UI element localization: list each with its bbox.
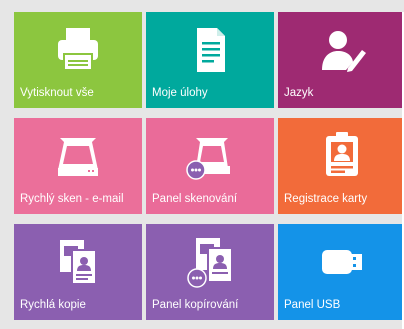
- user-edit-icon: [316, 24, 368, 76]
- tile-copy-panel[interactable]: Panel kopírování: [146, 224, 274, 320]
- scanner-icon: [52, 130, 104, 182]
- tile-quick-copy[interactable]: Rychlá kopie: [14, 224, 142, 320]
- tile-language[interactable]: Jazyk: [278, 12, 404, 108]
- tile-scan-panel[interactable]: Panel skenování: [146, 118, 274, 214]
- printer-icon: [52, 24, 104, 76]
- tile-usb-panel[interactable]: Panel USB: [278, 224, 404, 320]
- tile-label: Rychlý sken - e-mail: [20, 193, 124, 205]
- document-icon: [184, 24, 236, 76]
- tile-print-all[interactable]: Vytisknout vše: [14, 12, 142, 108]
- tile-label: Moje úlohy: [152, 87, 208, 99]
- id-card-icon: [316, 130, 368, 182]
- tile-label: Panel skenování: [152, 193, 238, 205]
- tile-label: Jazyk: [284, 87, 314, 99]
- tile-grid: Vytisknout vše Moje úlohy Jazyk Rychlý s…: [12, 12, 404, 329]
- tile-label: Rychlá kopie: [20, 299, 86, 311]
- tile-my-jobs[interactable]: Moje úlohy: [146, 12, 274, 108]
- tile-card-registration[interactable]: Registrace karty: [278, 118, 404, 214]
- usb-icon: [316, 236, 368, 288]
- scanner-panel-icon: [184, 130, 236, 182]
- copy-panel-icon: [184, 236, 236, 288]
- copy-icon: [52, 236, 104, 288]
- tile-label: Registrace karty: [284, 193, 368, 205]
- tile-label: Panel kopírování: [152, 299, 239, 311]
- tile-quick-scan-email[interactable]: Rychlý sken - e-mail: [14, 118, 142, 214]
- tile-label: Panel USB: [284, 299, 341, 311]
- tile-label: Vytisknout vše: [20, 87, 94, 99]
